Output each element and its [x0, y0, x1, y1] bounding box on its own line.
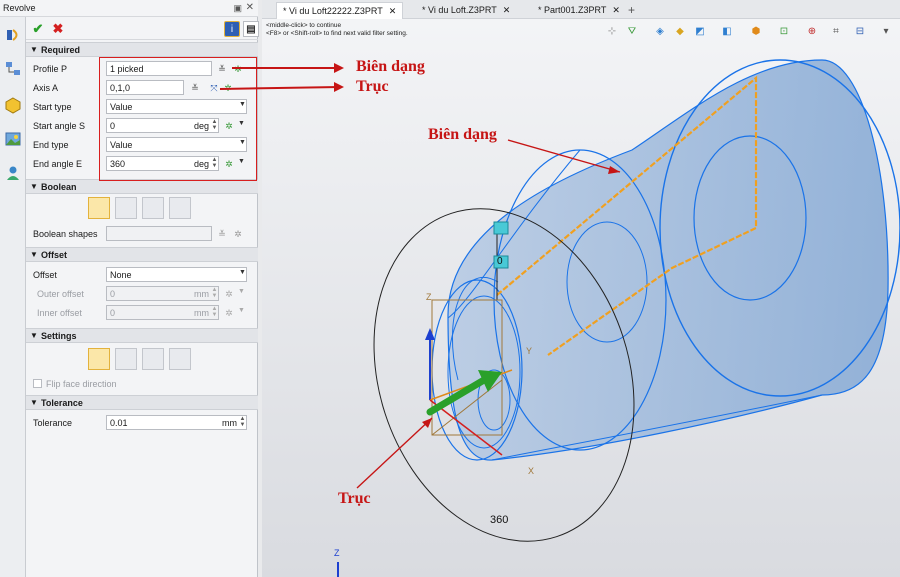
panel-annotation-layer [219, 63, 344, 92]
axis-field-pointer [219, 86, 341, 90]
profile-field-pointer-head [334, 63, 344, 73]
panel-profile-label: Biên dạng [356, 58, 425, 75]
panel-axis-label: Trục [356, 78, 389, 95]
axis-field-pointer-head [334, 82, 344, 92]
